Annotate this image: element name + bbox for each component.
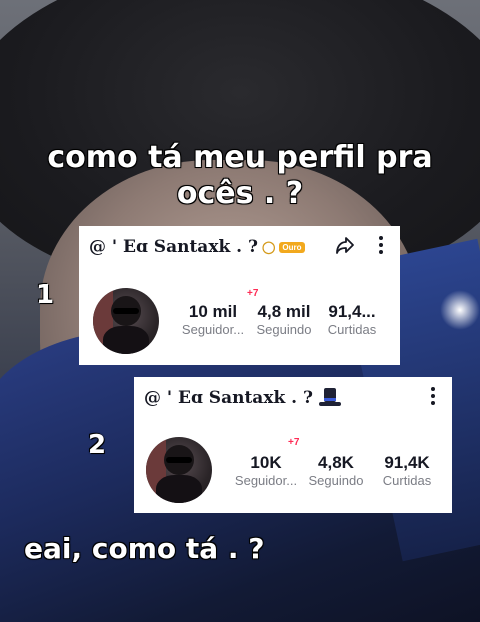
likes-value: 91,4K bbox=[384, 453, 430, 472]
marker-two: 2 bbox=[88, 430, 107, 460]
new-followers-count: +7 bbox=[288, 437, 300, 448]
gold-badge: ◯ Ouro bbox=[262, 240, 305, 254]
likes-value: 91,4... bbox=[328, 302, 376, 321]
caption-top: como tá meu perfil pra ocês . ? bbox=[47, 140, 433, 211]
following-label: Seguindo bbox=[256, 322, 312, 337]
followers-label: Seguidor... bbox=[234, 473, 298, 488]
share-icon[interactable] bbox=[334, 234, 356, 256]
likes-label: Curtidas bbox=[382, 473, 432, 488]
gold-icon: ◯ bbox=[261, 240, 276, 254]
following-value: 4,8 mil bbox=[257, 302, 311, 321]
avatar[interactable] bbox=[93, 288, 159, 354]
following-stat[interactable]: 4,8K Seguindo bbox=[304, 453, 368, 488]
gold-badge-label: Ouro bbox=[279, 241, 305, 253]
new-followers-count: +7 bbox=[247, 288, 259, 299]
header-actions bbox=[422, 385, 444, 407]
followers-stat[interactable]: 10 mil Seguidor... bbox=[175, 302, 251, 337]
profile-header: @ ' Eɑ Santaxk . ? bbox=[144, 385, 442, 411]
following-label: Seguindo bbox=[308, 473, 364, 488]
following-stat[interactable]: 4,8 mil Seguindo bbox=[251, 302, 317, 337]
top-hat-icon bbox=[318, 388, 341, 408]
more-vertical-icon[interactable] bbox=[422, 385, 444, 407]
followers-value: 10 mil bbox=[188, 302, 238, 321]
followers-stat[interactable]: 10K Seguidor... bbox=[228, 453, 304, 488]
profile-handle[interactable]: @ ' Eɑ Santaxk . ? bbox=[89, 237, 258, 257]
marker-one: 1 bbox=[36, 280, 55, 310]
followers-value: 10K bbox=[250, 453, 282, 472]
profile-handle[interactable]: @ ' Eɑ Santaxk . ? bbox=[144, 388, 313, 408]
likes-stat[interactable]: 91,4K Curtidas bbox=[372, 453, 442, 488]
more-vertical-icon[interactable] bbox=[370, 234, 392, 256]
caption-bottom: eai, como tá . ? bbox=[24, 532, 265, 565]
likes-label: Curtidas bbox=[327, 322, 377, 337]
profile-card-1: @ ' Eɑ Santaxk . ? ◯ Ouro +7 10 mil Segu… bbox=[79, 226, 400, 365]
header-actions bbox=[334, 234, 392, 256]
avatar[interactable] bbox=[146, 437, 212, 503]
following-value: 4,8K bbox=[318, 453, 354, 472]
likes-stat[interactable]: 91,4... Curtidas bbox=[317, 302, 387, 337]
followers-label: Seguidor... bbox=[181, 322, 245, 337]
profile-card-2: @ ' Eɑ Santaxk . ? +7 10K Seguidor... 4,… bbox=[134, 377, 452, 513]
